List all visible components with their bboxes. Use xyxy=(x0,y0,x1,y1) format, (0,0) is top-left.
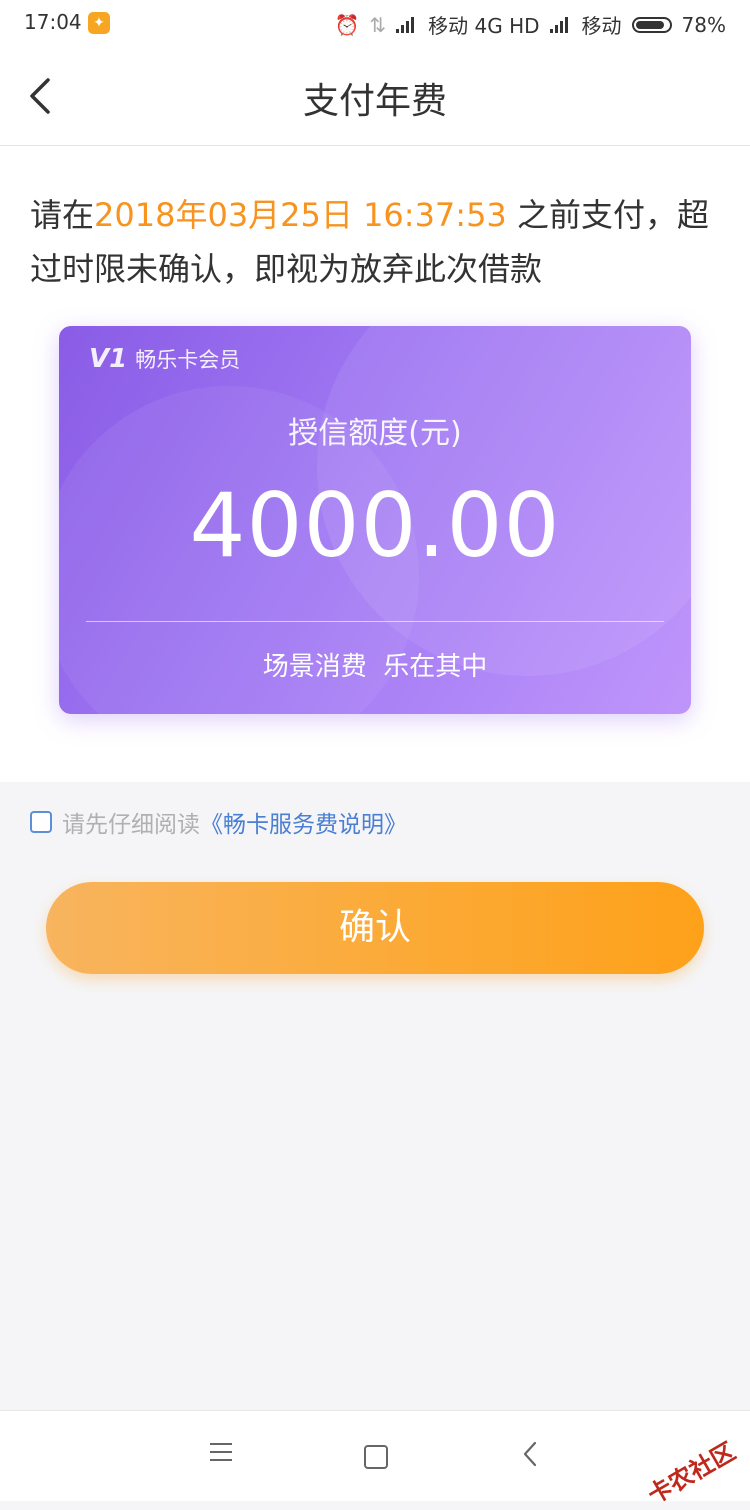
home-button[interactable] xyxy=(364,1445,388,1469)
compass-icon: ✦ xyxy=(88,12,110,34)
signal-icon-2 xyxy=(549,16,572,33)
status-bar: 17:04 ✦ ⏰ ⇅ 移动 4G HD 移动 78% xyxy=(0,0,750,46)
status-indicators: ⏰ ⇅ 移动 4G HD 移动 78% xyxy=(334,10,726,39)
agreement-checkbox[interactable] xyxy=(30,811,52,833)
card-slogan: 场景消费 乐在其中 xyxy=(262,652,488,682)
deadline-datetime: 2018年03月25日 16:37:53 xyxy=(94,196,507,234)
battery-icon xyxy=(631,16,672,33)
menu-icon xyxy=(210,1443,232,1461)
credit-limit-label: 授信额度(元) xyxy=(288,416,462,451)
confirm-button[interactable]: 确认 xyxy=(46,882,704,974)
carrier-label-1: 移动 4G HD xyxy=(428,14,540,38)
page-title: 支付年费 xyxy=(302,81,447,122)
main-content: 请在2018年03月25日 16:37:53 之前支付，超过时限未确认，即视为放… xyxy=(0,146,750,782)
agreement-row: 请先仔细阅读 《畅卡服务费说明》 xyxy=(30,805,407,839)
card-brand-name: 畅乐卡会员 xyxy=(135,348,241,372)
system-nav-bar xyxy=(0,1410,750,1501)
status-time: 17:04 xyxy=(24,10,82,34)
signal-icon xyxy=(396,16,418,33)
credit-limit-amount: 4000.00 xyxy=(189,474,561,577)
membership-card: V1 畅乐卡会员 授信额度(元) 4000.00 场景消费 乐在其中 xyxy=(59,326,691,714)
service-fee-link[interactable]: 《畅卡服务费说明》 xyxy=(200,805,407,839)
nav-bar: 支付年费 xyxy=(0,46,750,146)
menu-button[interactable] xyxy=(210,1443,232,1467)
payment-deadline-notice: 请在2018年03月25日 16:37:53 之前支付，超过时限未确认，即视为放… xyxy=(30,188,720,296)
card-divider xyxy=(86,621,664,622)
battery-level: 78% xyxy=(681,12,726,37)
data-arrows-icon: ⇅ xyxy=(369,12,387,37)
carrier-label-2: 移动 xyxy=(581,14,622,38)
notice-prefix: 请在 xyxy=(30,196,95,234)
chevron-left-icon xyxy=(523,1441,537,1467)
system-back-button[interactable] xyxy=(522,1441,538,1471)
card-brand: V1 畅乐卡会员 xyxy=(89,344,240,374)
agreement-text: 请先仔细阅读 xyxy=(62,812,200,838)
v1-logo-icon: V1 xyxy=(89,344,128,374)
alarm-icon: ⏰ xyxy=(334,12,360,37)
